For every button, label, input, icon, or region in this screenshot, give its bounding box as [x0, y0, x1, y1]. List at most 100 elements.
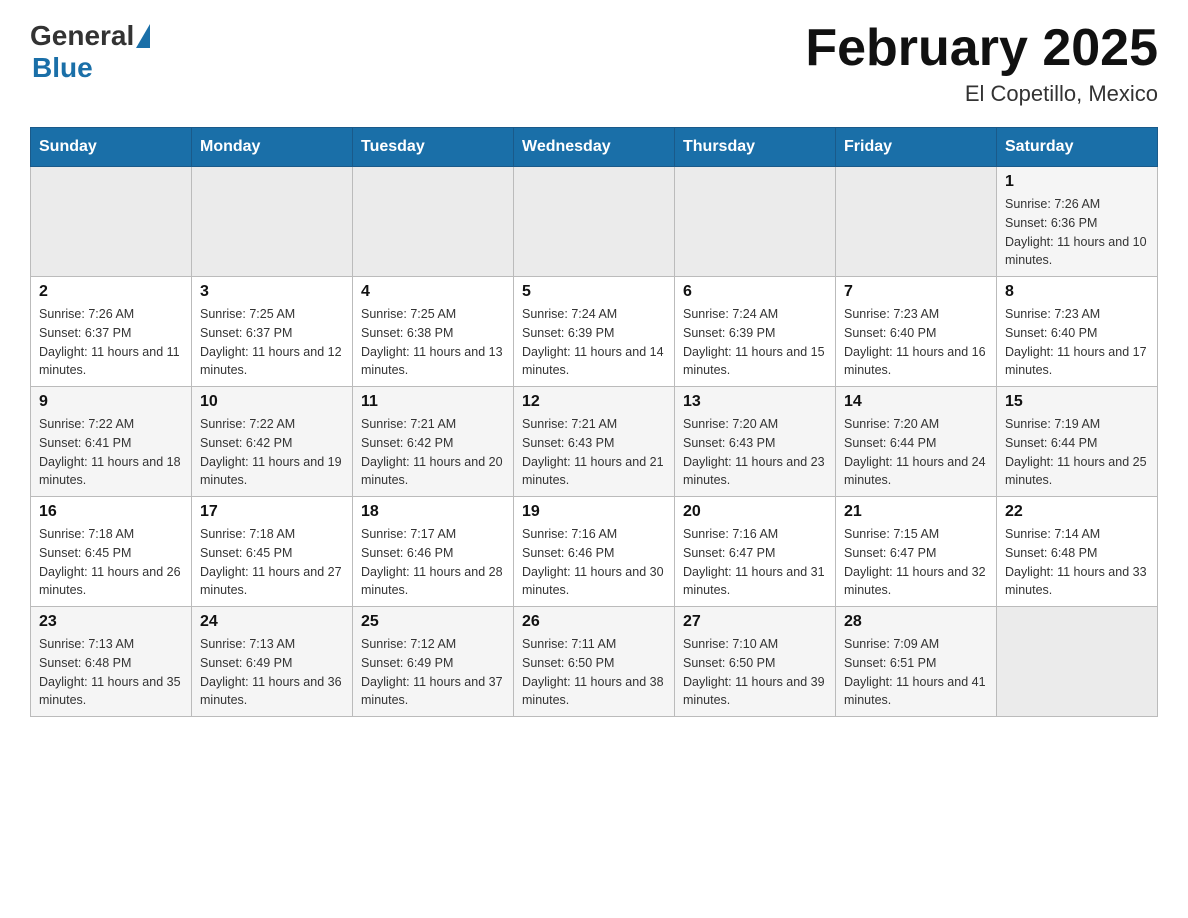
day-number: 20	[683, 503, 827, 521]
day-of-week-header: Sunday	[31, 128, 192, 167]
day-info: Sunrise: 7:14 AMSunset: 6:48 PMDaylight:…	[1005, 525, 1149, 600]
day-of-week-header: Friday	[836, 128, 997, 167]
calendar-cell: 3 Sunrise: 7:25 AMSunset: 6:37 PMDaylight…	[192, 277, 353, 387]
day-info: Sunrise: 7:09 AMSunset: 6:51 PMDaylight:…	[844, 635, 988, 710]
calendar-cell: 16Sunrise: 7:18 AMSunset: 6:45 PMDayligh…	[31, 497, 192, 607]
day-number: 7	[844, 283, 988, 301]
calendar-cell: 10Sunrise: 7:22 AMSunset: 6:42 PMDayligh…	[192, 387, 353, 497]
logo-triangle-icon	[136, 24, 150, 48]
calendar-cell: 23 Sunrise: 7:13 AMSunset: 6:48 PMDayligh…	[31, 607, 192, 717]
calendar-table: SundayMondayTuesdayWednesdayThursdayFrid…	[30, 127, 1158, 717]
day-number: 1	[1005, 173, 1149, 191]
calendar-cell: 2 Sunrise: 7:26 AMSunset: 6:37 PMDaylight…	[31, 277, 192, 387]
calendar-week-row: 23 Sunrise: 7:13 AMSunset: 6:48 PMDayligh…	[31, 607, 1158, 717]
day-info: Sunrise: 7:15 AMSunset: 6:47 PMDaylight:…	[844, 525, 988, 600]
day-number: 13	[683, 393, 827, 411]
day-of-week-header: Tuesday	[353, 128, 514, 167]
day-number: 14	[844, 393, 988, 411]
day-number: 27	[683, 613, 827, 631]
calendar-cell	[192, 167, 353, 277]
page-header: General Blue February 2025 El Copetillo,…	[30, 20, 1158, 107]
location-text: El Copetillo, Mexico	[805, 81, 1158, 107]
calendar-cell: 28Sunrise: 7:09 AMSunset: 6:51 PMDayligh…	[836, 607, 997, 717]
day-number: 17	[200, 503, 344, 521]
day-info: Sunrise: 7:22 AMSunset: 6:41 PMDaylight:…	[39, 415, 183, 490]
calendar-cell	[997, 607, 1158, 717]
day-info: Sunrise: 7:13 AMSunset: 6:48 PMDaylight:…	[39, 635, 183, 710]
day-of-week-header: Wednesday	[514, 128, 675, 167]
day-number: 10	[200, 393, 344, 411]
month-title: February 2025	[805, 20, 1158, 77]
day-info: Sunrise: 7:23 AMSunset: 6:40 PMDaylight:…	[844, 305, 988, 380]
day-number: 11	[361, 393, 505, 411]
calendar-cell: 9 Sunrise: 7:22 AMSunset: 6:41 PMDaylight…	[31, 387, 192, 497]
calendar-cell	[836, 167, 997, 277]
calendar-cell: 15 Sunrise: 7:19 AMSunset: 6:44 PMDayligh…	[997, 387, 1158, 497]
day-info: Sunrise: 7:24 AMSunset: 6:39 PMDaylight:…	[683, 305, 827, 380]
logo-blue-text: Blue	[32, 52, 93, 84]
day-info: Sunrise: 7:18 AMSunset: 6:45 PMDaylight:…	[200, 525, 344, 600]
calendar-cell: 11 Sunrise: 7:21 AMSunset: 6:42 PMDayligh…	[353, 387, 514, 497]
calendar-cell: 18 Sunrise: 7:17 AMSunset: 6:46 PMDayligh…	[353, 497, 514, 607]
day-number: 15	[1005, 393, 1149, 411]
day-info: Sunrise: 7:21 AMSunset: 6:42 PMDaylight:…	[361, 415, 505, 490]
calendar-header-row: SundayMondayTuesdayWednesdayThursdayFrid…	[31, 128, 1158, 167]
day-number: 9	[39, 393, 183, 411]
day-number: 22	[1005, 503, 1149, 521]
calendar-cell: 8 Sunrise: 7:23 AMSunset: 6:40 PMDaylight…	[997, 277, 1158, 387]
day-info: Sunrise: 7:20 AMSunset: 6:44 PMDaylight:…	[844, 415, 988, 490]
day-of-week-header: Thursday	[675, 128, 836, 167]
day-info: Sunrise: 7:20 AMSunset: 6:43 PMDaylight:…	[683, 415, 827, 490]
day-number: 26	[522, 613, 666, 631]
calendar-cell: 13 Sunrise: 7:20 AMSunset: 6:43 PMDayligh…	[675, 387, 836, 497]
day-info: Sunrise: 7:26 AMSunset: 6:36 PMDaylight:…	[1005, 195, 1149, 270]
day-number: 21	[844, 503, 988, 521]
day-info: Sunrise: 7:25 AMSunset: 6:37 PMDaylight:…	[200, 305, 344, 380]
day-number: 18	[361, 503, 505, 521]
calendar-cell	[31, 167, 192, 277]
calendar-cell	[675, 167, 836, 277]
calendar-cell	[353, 167, 514, 277]
day-number: 24	[200, 613, 344, 631]
day-number: 4	[361, 283, 505, 301]
day-info: Sunrise: 7:19 AMSunset: 6:44 PMDaylight:…	[1005, 415, 1149, 490]
day-info: Sunrise: 7:16 AMSunset: 6:46 PMDaylight:…	[522, 525, 666, 600]
calendar-cell: 27 Sunrise: 7:10 AMSunset: 6:50 PMDayligh…	[675, 607, 836, 717]
calendar-cell: 25 Sunrise: 7:12 AMSunset: 6:49 PMDayligh…	[353, 607, 514, 717]
calendar-cell: 5 Sunrise: 7:24 AMSunset: 6:39 PMDaylight…	[514, 277, 675, 387]
logo-general-text: General	[30, 20, 134, 52]
day-info: Sunrise: 7:18 AMSunset: 6:45 PMDaylight:…	[39, 525, 183, 600]
day-info: Sunrise: 7:11 AMSunset: 6:50 PMDaylight:…	[522, 635, 666, 710]
day-number: 25	[361, 613, 505, 631]
day-info: Sunrise: 7:23 AMSunset: 6:40 PMDaylight:…	[1005, 305, 1149, 380]
calendar-cell: 24 Sunrise: 7:13 AMSunset: 6:49 PMDayligh…	[192, 607, 353, 717]
calendar-cell: 4Sunrise: 7:25 AMSunset: 6:38 PMDaylight…	[353, 277, 514, 387]
day-of-week-header: Saturday	[997, 128, 1158, 167]
day-of-week-header: Monday	[192, 128, 353, 167]
calendar-cell: 19Sunrise: 7:16 AMSunset: 6:46 PMDayligh…	[514, 497, 675, 607]
calendar-week-row: 2 Sunrise: 7:26 AMSunset: 6:37 PMDaylight…	[31, 277, 1158, 387]
calendar-week-row: 9 Sunrise: 7:22 AMSunset: 6:41 PMDaylight…	[31, 387, 1158, 497]
day-info: Sunrise: 7:13 AMSunset: 6:49 PMDaylight:…	[200, 635, 344, 710]
day-info: Sunrise: 7:24 AMSunset: 6:39 PMDaylight:…	[522, 305, 666, 380]
calendar-cell: 1 Sunrise: 7:26 AMSunset: 6:36 PMDaylight…	[997, 167, 1158, 277]
day-number: 8	[1005, 283, 1149, 301]
day-number: 2	[39, 283, 183, 301]
day-info: Sunrise: 7:21 AMSunset: 6:43 PMDaylight:…	[522, 415, 666, 490]
day-info: Sunrise: 7:17 AMSunset: 6:46 PMDaylight:…	[361, 525, 505, 600]
calendar-cell: 12Sunrise: 7:21 AMSunset: 6:43 PMDayligh…	[514, 387, 675, 497]
calendar-cell: 6 Sunrise: 7:24 AMSunset: 6:39 PMDaylight…	[675, 277, 836, 387]
day-info: Sunrise: 7:12 AMSunset: 6:49 PMDaylight:…	[361, 635, 505, 710]
day-number: 5	[522, 283, 666, 301]
day-info: Sunrise: 7:26 AMSunset: 6:37 PMDaylight:…	[39, 305, 183, 380]
day-info: Sunrise: 7:10 AMSunset: 6:50 PMDaylight:…	[683, 635, 827, 710]
title-block: February 2025 El Copetillo, Mexico	[805, 20, 1158, 107]
calendar-cell: 26 Sunrise: 7:11 AMSunset: 6:50 PMDayligh…	[514, 607, 675, 717]
day-number: 6	[683, 283, 827, 301]
day-info: Sunrise: 7:16 AMSunset: 6:47 PMDaylight:…	[683, 525, 827, 600]
day-number: 23	[39, 613, 183, 631]
logo: General Blue	[30, 20, 150, 84]
day-number: 3	[200, 283, 344, 301]
calendar-cell: 17 Sunrise: 7:18 AMSunset: 6:45 PMDayligh…	[192, 497, 353, 607]
calendar-cell: 22 Sunrise: 7:14 AMSunset: 6:48 PMDayligh…	[997, 497, 1158, 607]
